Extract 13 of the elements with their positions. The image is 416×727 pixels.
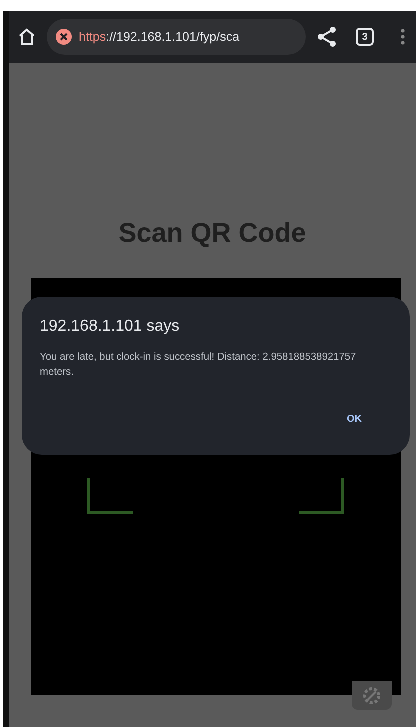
scan-corner-icon: [87, 478, 133, 516]
scan-corner-icon: [299, 478, 345, 516]
address-bar[interactable]: https://192.168.1.101/fyp/sca: [47, 19, 306, 55]
camera-switch-icon: [361, 684, 383, 706]
home-icon[interactable]: [17, 27, 37, 47]
ok-button[interactable]: OK: [341, 410, 368, 429]
dialog-message: You are late, but clock-in is successful! Distance: 2.958188538921757 meters.: [40, 351, 358, 380]
dialog-title: 192.168.1.101 says: [40, 317, 181, 337]
menu-icon[interactable]: [400, 27, 406, 47]
page-title: Scan QR Code: [118, 217, 308, 250]
share-icon[interactable]: [316, 26, 338, 48]
tab-count-button[interactable]: 3: [356, 28, 374, 46]
url-text: https://192.168.1.101/fyp/sca: [79, 28, 240, 46]
